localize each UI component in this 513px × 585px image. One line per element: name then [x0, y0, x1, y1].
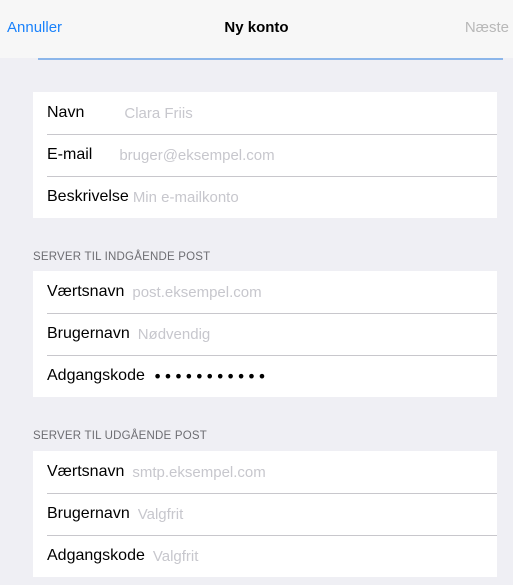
incoming-server-header: SERVER TIL INDGÅENDE POST — [33, 251, 211, 263]
outgoing-server-header: SERVER TIL UDGÅENDE POST — [33, 430, 207, 442]
next-button[interactable]: Næste — [465, 19, 509, 36]
incoming-hostname-label: Værtsnavn — [47, 283, 125, 300]
incoming-password-field[interactable]: ••••••••••• — [153, 367, 268, 386]
page-title: Ny konto — [224, 19, 289, 36]
name-row[interactable]: Navn — [33, 92, 497, 134]
account-group: Navn E-mail Beskrivelse — [33, 92, 497, 218]
outgoing-username-row[interactable]: Brugernavn — [33, 493, 497, 535]
description-field[interactable] — [132, 188, 497, 206]
description-label: Beskrivelse — [47, 188, 129, 205]
outgoing-server-group: Værtsnavn Brugernavn Adgangskode — [33, 451, 497, 577]
name-field[interactable] — [124, 104, 497, 122]
outgoing-username-label: Brugernavn — [47, 505, 130, 522]
incoming-password-row[interactable]: Adgangskode ••••••••••• — [33, 355, 497, 397]
name-label: Navn — [47, 104, 85, 121]
outgoing-password-label: Adgangskode — [47, 547, 145, 564]
outgoing-hostname-field[interactable] — [132, 463, 497, 481]
cancel-button[interactable]: Annuller — [7, 19, 62, 36]
incoming-username-label: Brugernavn — [47, 325, 130, 342]
incoming-username-row[interactable]: Brugernavn — [33, 313, 497, 355]
navigation-bar: Ny konto Annuller Næste — [0, 0, 513, 60]
outgoing-username-field[interactable] — [137, 505, 497, 523]
email-label: E-mail — [47, 146, 93, 163]
outgoing-hostname-row[interactable]: Værtsnavn — [33, 451, 497, 493]
incoming-hostname-field[interactable] — [132, 283, 497, 301]
incoming-server-group: Værtsnavn Brugernavn Adgangskode •••••••… — [33, 271, 497, 397]
navbar-divider — [38, 58, 503, 60]
incoming-username-field[interactable] — [137, 325, 497, 343]
outgoing-password-field[interactable] — [152, 547, 497, 565]
email-row[interactable]: E-mail — [33, 134, 497, 176]
outgoing-hostname-label: Værtsnavn — [47, 463, 125, 480]
incoming-password-label: Adgangskode — [47, 367, 145, 384]
outgoing-password-row[interactable]: Adgangskode — [33, 535, 497, 577]
email-field[interactable] — [119, 146, 497, 164]
incoming-hostname-row[interactable]: Værtsnavn — [33, 271, 497, 313]
description-row[interactable]: Beskrivelse — [33, 176, 497, 218]
